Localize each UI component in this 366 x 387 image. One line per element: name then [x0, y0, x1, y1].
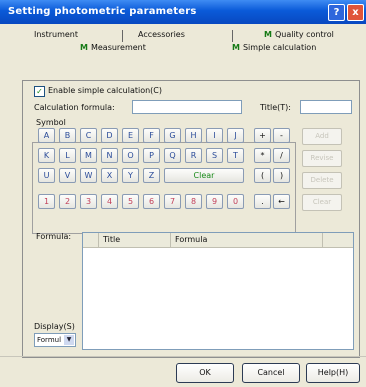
clear-key[interactable]: Clear [164, 168, 244, 183]
clear-button[interactable]: Clear [302, 194, 342, 211]
backspace-key[interactable]: ← [273, 194, 290, 209]
module-icon: M [80, 43, 88, 52]
column-title[interactable]: Title [99, 233, 171, 247]
tab-label: Quality control [274, 30, 334, 39]
tab-divider [122, 30, 123, 42]
module-icon: M [264, 30, 272, 39]
tab-strip: Instrument Accessories M Quality control … [14, 30, 358, 70]
ok-button[interactable]: OK [176, 363, 234, 383]
key-a[interactable]: A [38, 128, 55, 143]
chevron-down-icon: ▼ [64, 335, 74, 345]
key-q[interactable]: Q [164, 148, 181, 163]
calculation-formula-label: Calculation formula: [34, 103, 115, 112]
key-l[interactable]: L [59, 148, 76, 163]
key-h[interactable]: H [185, 128, 202, 143]
revise-button[interactable]: Revise [302, 150, 342, 167]
title-label: Title(T): [260, 103, 291, 112]
key-minus[interactable]: - [273, 128, 290, 143]
key-y[interactable]: Y [122, 168, 139, 183]
key-e[interactable]: E [122, 128, 139, 143]
display-select[interactable]: Formul ▼ [34, 333, 76, 347]
display-label: Display(S) [34, 322, 75, 331]
symbol-label: Symbol [36, 118, 66, 127]
tab-accessories[interactable]: Accessories [138, 30, 185, 39]
enable-simple-calculation-checkbox[interactable]: ✓ [34, 86, 45, 97]
key-3[interactable]: 3 [80, 194, 97, 209]
key-x[interactable]: X [101, 168, 118, 183]
key-n[interactable]: N [101, 148, 118, 163]
key-plus[interactable]: + [254, 128, 271, 143]
key-multiply[interactable]: * [254, 148, 271, 163]
tab-label: Accessories [138, 30, 185, 39]
formula-list[interactable]: Title Formula [82, 232, 354, 350]
tab-label: Measurement [90, 43, 146, 52]
key-close-paren[interactable]: ) [273, 168, 290, 183]
window-title: Setting photometric parameters [8, 6, 197, 17]
key-8[interactable]: 8 [185, 194, 202, 209]
key-p[interactable]: P [143, 148, 160, 163]
add-button[interactable]: Add [302, 128, 342, 145]
key-j[interactable]: J [227, 128, 244, 143]
key-0[interactable]: 0 [227, 194, 244, 209]
key-5[interactable]: 5 [122, 194, 139, 209]
key-o[interactable]: O [122, 148, 139, 163]
dialog-window: Setting photometric parameters ? x Instr… [0, 0, 366, 387]
close-icon[interactable]: x [347, 4, 364, 21]
key-d[interactable]: D [101, 128, 118, 143]
delete-button[interactable]: Delete [302, 172, 342, 189]
key-g[interactable]: G [164, 128, 181, 143]
key-c[interactable]: C [80, 128, 97, 143]
tab-divider [232, 30, 233, 42]
title-bar: Setting photometric parameters ? x [0, 0, 366, 24]
key-v[interactable]: V [59, 168, 76, 183]
key-4[interactable]: 4 [101, 194, 118, 209]
tab-label: Simple calculation [242, 43, 317, 52]
key-i[interactable]: I [206, 128, 223, 143]
footer-divider [0, 356, 366, 357]
cancel-button[interactable]: Cancel [242, 363, 300, 383]
key-divide[interactable]: / [273, 148, 290, 163]
key-u[interactable]: U [38, 168, 55, 183]
tab-instrument[interactable]: Instrument [34, 30, 78, 39]
key-7[interactable]: 7 [164, 194, 181, 209]
tab-simple-calculation[interactable]: M Simple calculation [232, 43, 316, 52]
formula-list-label: Formula: [36, 232, 72, 241]
enable-simple-calculation-label: Enable simple calculation(C) [48, 86, 163, 95]
key-2[interactable]: 2 [59, 194, 76, 209]
key-t[interactable]: T [227, 148, 244, 163]
key-9[interactable]: 9 [206, 194, 223, 209]
key-z[interactable]: Z [143, 168, 160, 183]
calculation-formula-input[interactable] [132, 100, 242, 114]
key-1[interactable]: 1 [38, 194, 55, 209]
key-open-paren[interactable]: ( [254, 168, 271, 183]
title-input[interactable] [300, 100, 352, 114]
key-k[interactable]: K [38, 148, 55, 163]
key-m[interactable]: M [80, 148, 97, 163]
display-select-value: Formul [37, 336, 62, 344]
key-f[interactable]: F [143, 128, 160, 143]
help-button[interactable]: Help(H) [306, 363, 360, 383]
help-icon[interactable]: ? [328, 4, 345, 21]
module-icon: M [232, 43, 240, 52]
column-spacer [83, 233, 99, 247]
key-dot[interactable]: . [254, 194, 271, 209]
formula-list-header: Title Formula [83, 233, 353, 248]
key-r[interactable]: R [185, 148, 202, 163]
key-s[interactable]: S [206, 148, 223, 163]
tab-measurement[interactable]: M Measurement [80, 43, 146, 52]
tab-quality-control[interactable]: M Quality control [264, 30, 334, 39]
column-formula[interactable]: Formula [171, 233, 323, 247]
key-6[interactable]: 6 [143, 194, 160, 209]
key-w[interactable]: W [80, 168, 97, 183]
tab-label: Instrument [34, 30, 79, 39]
key-b[interactable]: B [59, 128, 76, 143]
